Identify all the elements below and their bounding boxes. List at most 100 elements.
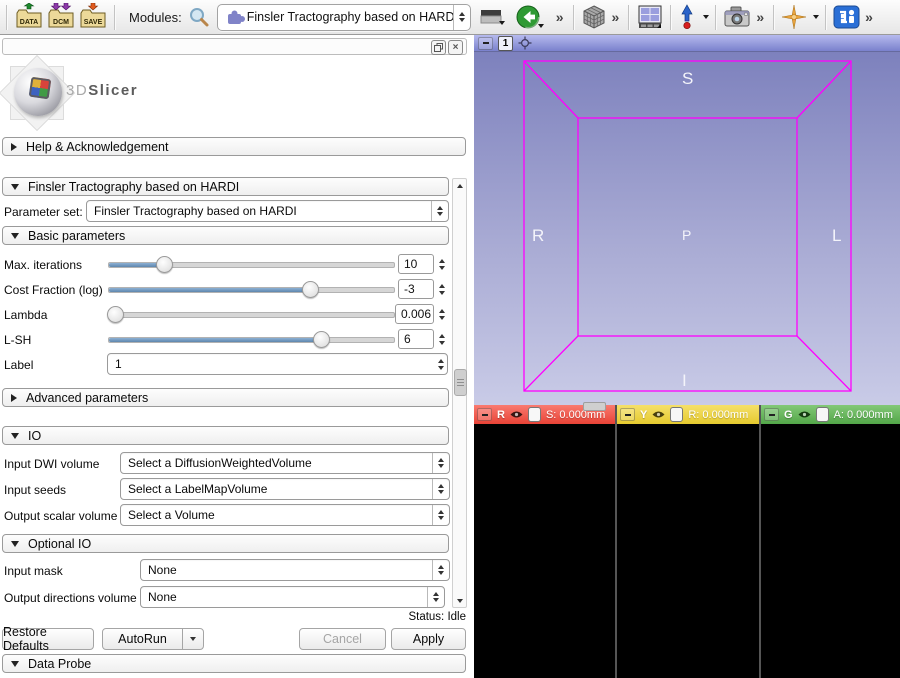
module-selector-spinner[interactable] bbox=[453, 5, 470, 30]
help-acknowledgement-section[interactable]: Help & Acknowledgement bbox=[2, 137, 466, 156]
combo-spinner[interactable] bbox=[432, 560, 449, 580]
center-view-crosshair-icon[interactable] bbox=[518, 36, 532, 50]
module-selector-combobox[interactable]: Finsler Tractography based on HARDI bbox=[217, 4, 471, 31]
input-mask-combobox[interactable]: None bbox=[140, 559, 450, 581]
undo-navigation-button[interactable] bbox=[515, 4, 541, 30]
cancel-button[interactable]: Cancel bbox=[299, 628, 386, 650]
mouse-interaction-mode-button[interactable] bbox=[678, 4, 709, 30]
toolbar-separator bbox=[715, 5, 717, 30]
cost-fraction-slider[interactable] bbox=[108, 278, 395, 300]
data-probe-section[interactable]: Data Probe bbox=[2, 654, 466, 673]
lambda-spinner[interactable] bbox=[435, 304, 448, 324]
slider-handle[interactable] bbox=[156, 256, 173, 273]
lambda-slider[interactable] bbox=[108, 303, 395, 325]
extensions-manager-button[interactable] bbox=[833, 4, 860, 30]
slider-handle[interactable] bbox=[302, 281, 319, 298]
scrollbar-thumb[interactable] bbox=[454, 369, 467, 396]
section-title: Help & Acknowledgement bbox=[26, 140, 168, 154]
view-label-badge[interactable]: 1 bbox=[498, 36, 513, 51]
load-data-button[interactable]: DATA bbox=[14, 3, 44, 31]
restore-defaults-button[interactable]: Restore Defaults bbox=[2, 628, 94, 650]
max-iterations-slider[interactable] bbox=[108, 253, 395, 275]
orientation-cube: S R P L I bbox=[474, 52, 900, 405]
crosshair-button[interactable] bbox=[781, 4, 819, 30]
save-button[interactable]: SAVE bbox=[78, 3, 108, 31]
section-title: Optional IO bbox=[28, 537, 91, 551]
yellow-slice-controller: Y R: 0.000mm bbox=[617, 405, 759, 424]
slice-offset-slider-handle[interactable] bbox=[528, 407, 541, 422]
autorun-button[interactable]: AutoRun bbox=[102, 628, 204, 650]
orientation-letter-left: L bbox=[832, 226, 841, 245]
view-layout-button[interactable] bbox=[636, 4, 664, 30]
red-slice-viewport[interactable] bbox=[474, 424, 615, 678]
combo-spinner[interactable] bbox=[432, 453, 449, 473]
undock-panel-button[interactable] bbox=[431, 40, 446, 55]
io-section[interactable]: IO bbox=[2, 426, 449, 445]
slice-view-letter: Y bbox=[640, 409, 647, 421]
module-section-header[interactable]: Finsler Tractography based on HARDI bbox=[2, 177, 449, 196]
cost-fraction-spinner[interactable] bbox=[435, 279, 448, 299]
input-dwi-volume-combobox[interactable]: Select a DiffusionWeightedVolume bbox=[120, 452, 450, 474]
toolbar-overflow-chevron[interactable]: » bbox=[862, 9, 876, 25]
toolbar-overflow-chevron[interactable]: » bbox=[753, 9, 767, 25]
advanced-parameters-section[interactable]: Advanced parameters bbox=[2, 388, 449, 407]
panel-scrollbar[interactable] bbox=[452, 178, 467, 608]
label-field-input[interactable]: 1 bbox=[107, 353, 448, 375]
view-pin-button[interactable] bbox=[620, 408, 635, 421]
label-field-spinner[interactable] bbox=[434, 359, 447, 370]
view-pin-button[interactable] bbox=[764, 408, 779, 421]
autorun-options-caret[interactable] bbox=[182, 629, 203, 649]
combo-spinner[interactable] bbox=[432, 479, 449, 499]
module-search-button[interactable] bbox=[188, 6, 210, 28]
lsh-slider[interactable] bbox=[108, 328, 395, 350]
scroll-up-button[interactable] bbox=[453, 179, 466, 192]
lambda-value[interactable]: 0.006 bbox=[395, 304, 434, 324]
slider-handle[interactable] bbox=[107, 306, 124, 323]
input-mask-label: Input mask bbox=[4, 564, 63, 578]
green-slice-viewport[interactable] bbox=[761, 424, 900, 678]
screenshot-button[interactable] bbox=[723, 5, 751, 29]
output-directions-volume-label: Output directions volume bbox=[4, 591, 137, 605]
toolbar-overflow-chevron[interactable]: » bbox=[609, 9, 623, 25]
toolbar-overflow-chevron[interactable]: » bbox=[553, 9, 567, 25]
apply-button[interactable]: Apply bbox=[391, 628, 466, 650]
visibility-eye-icon[interactable] bbox=[652, 410, 665, 419]
slice-offset-slider-handle[interactable] bbox=[816, 407, 829, 422]
slice-offset-slider-handle[interactable] bbox=[670, 407, 683, 422]
module-selector-value: Finsler Tractography based on HARDI bbox=[247, 10, 453, 24]
input-mask-value: None bbox=[141, 563, 432, 577]
view-pin-button[interactable] bbox=[478, 37, 493, 50]
red-slice-view: R S: 0.000mm bbox=[474, 405, 615, 678]
output-scalar-volume-value: Select a Volume bbox=[121, 508, 432, 522]
threed-viewport[interactable]: S R P L I bbox=[474, 52, 900, 405]
close-panel-button[interactable]: × bbox=[448, 40, 463, 55]
splitter-handle[interactable] bbox=[583, 402, 606, 411]
lsh-value[interactable]: 6 bbox=[398, 329, 434, 349]
slice-view-letter: G bbox=[784, 409, 793, 421]
parameter-set-spinner[interactable] bbox=[431, 201, 448, 221]
crosshair-icon bbox=[781, 4, 807, 30]
output-directions-volume-combobox[interactable]: None bbox=[140, 586, 445, 608]
combo-spinner[interactable] bbox=[427, 587, 444, 607]
dicom-button[interactable]: DCM bbox=[46, 3, 76, 31]
optional-io-section[interactable]: Optional IO bbox=[2, 534, 449, 553]
view-pin-button[interactable] bbox=[477, 408, 492, 421]
layout-history-button[interactable] bbox=[479, 7, 503, 27]
yellow-slice-viewport[interactable] bbox=[617, 424, 759, 678]
slider-handle[interactable] bbox=[313, 331, 330, 348]
scroll-down-button[interactable] bbox=[453, 594, 466, 607]
combo-spinner[interactable] bbox=[432, 505, 449, 525]
basic-parameters-section[interactable]: Basic parameters bbox=[2, 226, 449, 245]
visibility-eye-icon[interactable] bbox=[798, 410, 811, 419]
max-iterations-value[interactable]: 10 bbox=[398, 254, 434, 274]
max-iterations-spinner[interactable] bbox=[435, 254, 448, 274]
section-title: Finsler Tractography based on HARDI bbox=[28, 180, 239, 194]
cost-fraction-value[interactable]: -3 bbox=[398, 279, 434, 299]
sample-cube-button[interactable] bbox=[581, 4, 607, 30]
output-directions-volume-value: None bbox=[141, 590, 427, 604]
visibility-eye-icon[interactable] bbox=[510, 410, 523, 419]
output-scalar-volume-combobox[interactable]: Select a Volume bbox=[120, 504, 450, 526]
parameter-set-combobox[interactable]: Finsler Tractography based on HARDI bbox=[86, 200, 449, 222]
lsh-spinner[interactable] bbox=[435, 329, 448, 349]
input-seeds-combobox[interactable]: Select a LabelMapVolume bbox=[120, 478, 450, 500]
